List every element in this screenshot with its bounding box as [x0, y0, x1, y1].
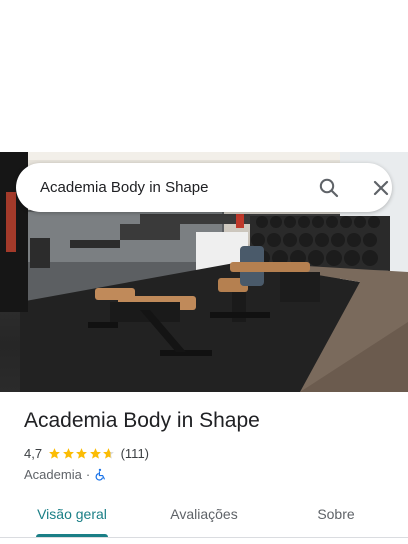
star-icon	[49, 447, 60, 459]
rating-row[interactable]: 4,7 (111)	[24, 444, 149, 462]
search-bar[interactable]: Academia Body in Shape	[16, 163, 392, 212]
rating-stars	[48, 447, 116, 460]
close-icon[interactable]	[369, 176, 393, 200]
search-input[interactable]: Academia Body in Shape	[40, 163, 208, 212]
tab-overview[interactable]: Visão geral	[24, 498, 120, 538]
category-row: Academia ·	[24, 465, 107, 483]
tab-about[interactable]: Sobre	[288, 498, 384, 538]
tab-bar: Visão geral Avaliações Sobre	[0, 498, 408, 538]
top-blank-area	[0, 0, 408, 152]
wheelchair-icon	[94, 468, 107, 481]
tab-reviews[interactable]: Avaliações	[156, 498, 252, 538]
separator-dot: ·	[85, 466, 91, 482]
star-icon	[89, 447, 101, 459]
star-half-icon	[103, 447, 114, 459]
review-count[interactable]: (111)	[121, 446, 149, 461]
place-category: Academia	[24, 466, 82, 482]
star-icon	[62, 447, 74, 459]
rating-value: 4,7	[24, 445, 43, 461]
search-icon[interactable]	[317, 176, 341, 200]
star-icon	[76, 447, 87, 459]
active-tab-indicator	[36, 534, 108, 537]
place-name-title: Academia Body in Shape	[24, 409, 260, 432]
